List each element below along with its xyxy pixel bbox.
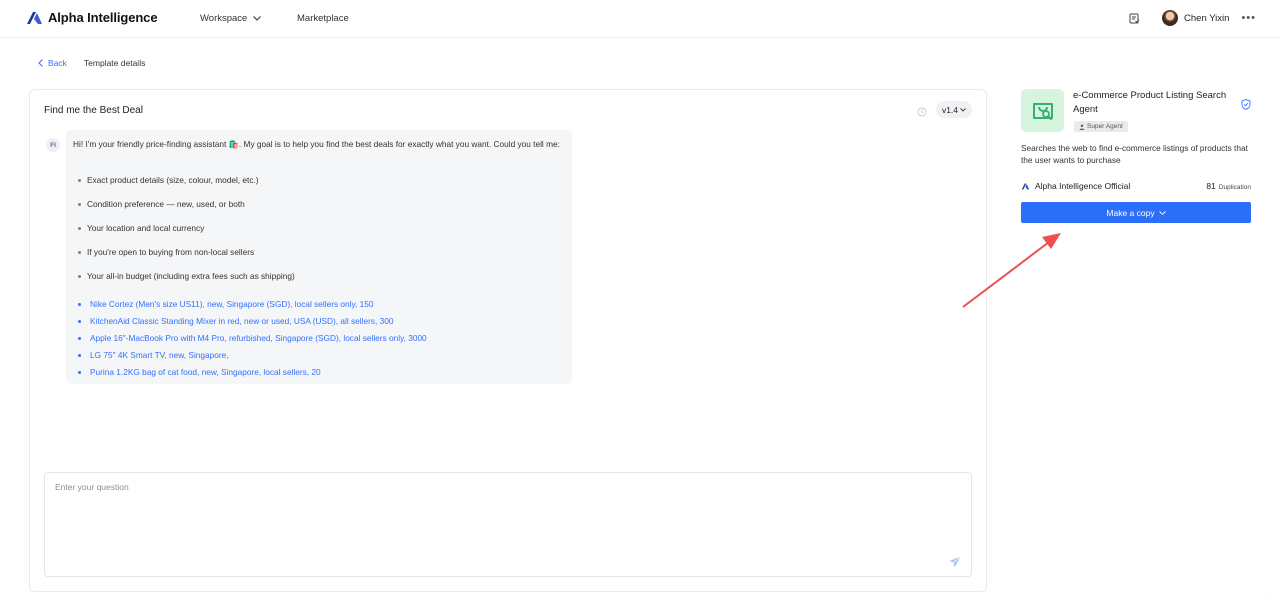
back-label: Back bbox=[48, 58, 67, 68]
nav-workspace[interactable]: Workspace bbox=[200, 13, 262, 24]
duplication-count: 81 Duplication bbox=[1206, 181, 1251, 191]
send-icon[interactable] bbox=[949, 556, 961, 571]
version-selector[interactable]: v1.4 bbox=[936, 101, 972, 118]
person-icon bbox=[1079, 124, 1085, 130]
back-button[interactable]: Back bbox=[38, 58, 67, 68]
shopping-search-icon bbox=[1032, 102, 1053, 120]
user-area: Chen Yixin ••• bbox=[1129, 10, 1256, 26]
bot-message-bubble: Hi! I'm your friendly price-finding assi… bbox=[66, 130, 572, 384]
user-name[interactable]: Chen Yixin bbox=[1184, 13, 1229, 24]
agent-description: Searches the web to find e-commerce list… bbox=[1021, 143, 1248, 165]
question-input-box bbox=[44, 472, 972, 577]
badge-label: Super Agent bbox=[1087, 123, 1123, 130]
nav-marketplace[interactable]: Marketplace bbox=[297, 13, 349, 24]
list-item: Your location and local currency bbox=[78, 223, 204, 233]
brand-logo[interactable]: Alpha Intelligence bbox=[26, 10, 158, 25]
make-a-copy-label: Make a copy bbox=[1106, 207, 1155, 218]
breadcrumb: Back Template details bbox=[38, 58, 145, 68]
nav-workspace-label: Workspace bbox=[200, 13, 248, 24]
history-icon[interactable] bbox=[917, 106, 927, 120]
status-badge: Super Agent bbox=[1074, 121, 1128, 132]
chevron-down-icon bbox=[960, 107, 966, 112]
list-item: If you're open to buying from non-local … bbox=[78, 247, 254, 257]
list-item: Your all-in budget (including extra fees… bbox=[78, 271, 295, 281]
top-nav-bar: Alpha Intelligence Workspace Marketplace… bbox=[0, 0, 1280, 38]
avatar[interactable] bbox=[1162, 10, 1179, 26]
example-prompt[interactable]: Purina 1.2KG bag of cat food, new, Singa… bbox=[78, 367, 321, 377]
chevron-down-icon bbox=[253, 16, 262, 21]
verified-shield-icon bbox=[1241, 99, 1251, 113]
agent-name: e-Commerce Product Listing Search Agent bbox=[1073, 90, 1227, 115]
question-input[interactable] bbox=[55, 482, 935, 562]
chevron-down-icon bbox=[1158, 210, 1166, 215]
brand-name: Alpha Intelligence bbox=[48, 10, 158, 25]
bot-intro-text: Hi! I'm your friendly price-finding assi… bbox=[73, 139, 560, 149]
task-list-icon[interactable] bbox=[1129, 13, 1140, 24]
agent-icon bbox=[1021, 89, 1064, 132]
example-prompt[interactable]: LG 75" 4K Smart TV, new, Singapore, bbox=[78, 350, 229, 360]
chat-panel: Find me the Best Deal v1.4 FI Hi! I'm yo… bbox=[29, 89, 987, 592]
alpha-logo-icon bbox=[1021, 183, 1030, 189]
version-label: v1.4 bbox=[941, 104, 959, 115]
owner-name: Alpha Intelligence Official bbox=[1035, 181, 1131, 191]
corner-watermark: · · · bbox=[1266, 593, 1274, 599]
example-prompt[interactable]: Apple 16"-MacBook Pro with M4 Pro, refur… bbox=[78, 333, 427, 343]
more-horizontal-icon[interactable]: ••• bbox=[1241, 12, 1256, 24]
agent-owner: Alpha Intelligence Official bbox=[1021, 181, 1130, 191]
list-item: Condition preference — new, used, or bot… bbox=[78, 199, 245, 209]
alpha-logo-icon bbox=[27, 11, 42, 24]
example-prompt[interactable]: Nike Cortez (Men's size US11), new, Sing… bbox=[78, 299, 373, 309]
list-item: Exact product details (size, colour, mod… bbox=[78, 175, 259, 185]
make-a-copy-button[interactable]: Make a copy bbox=[1021, 202, 1251, 223]
chevron-left-icon bbox=[38, 59, 43, 67]
nav-marketplace-label: Marketplace bbox=[297, 13, 349, 24]
duplication-number: 81 bbox=[1206, 181, 1216, 191]
duplication-label: Duplication bbox=[1218, 184, 1251, 191]
breadcrumb-current: Template details bbox=[83, 58, 146, 68]
bot-avatar: FI bbox=[46, 138, 60, 152]
example-prompt[interactable]: KitchenAid Classic Standing Mixer in red… bbox=[78, 316, 393, 326]
chat-title: Find me the Best Deal bbox=[44, 105, 143, 116]
